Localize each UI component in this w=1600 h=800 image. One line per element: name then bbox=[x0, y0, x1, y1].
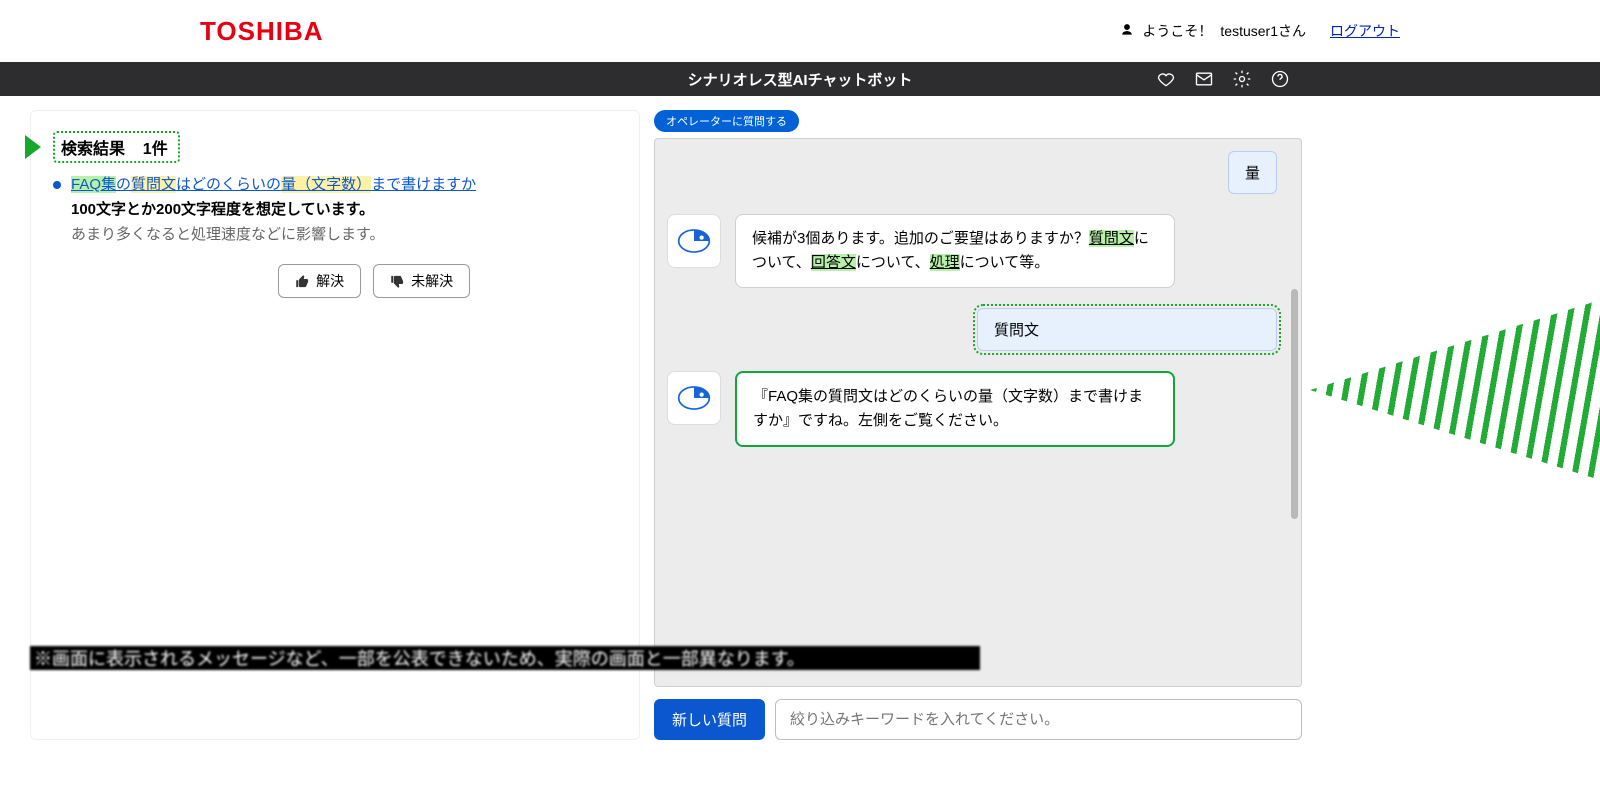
redacted-footnote: ※画面に表示されるメッセージなど、一部を公表できないため、実際の画面と一部異なり… bbox=[30, 646, 980, 670]
user-message-highlighted: 質問文 bbox=[977, 308, 1277, 351]
resolved-button[interactable]: 解決 bbox=[278, 264, 361, 298]
user-message: 量 bbox=[1228, 151, 1277, 194]
brand-logo: TOSHIBA bbox=[200, 16, 324, 47]
bot-text: 候補が3個あります。追加のご要望はありますか？ bbox=[752, 230, 1089, 247]
bot-keyword[interactable]: 処理 bbox=[930, 254, 960, 271]
bot-message-highlighted: 『FAQ集の質問文はどのくらいの量（文字数）まで書けますか』ですね。左側をご覧く… bbox=[735, 371, 1175, 447]
resolved-label: 解決 bbox=[316, 271, 344, 291]
app-titlebar: シナリオレス型AIチャットボット bbox=[0, 62, 1600, 96]
bot-keyword[interactable]: 回答文 bbox=[811, 254, 856, 271]
bot-avatar-icon bbox=[667, 214, 721, 268]
scrollbar[interactable] bbox=[1291, 289, 1298, 519]
app-title: シナリオレス型AIチャットボット bbox=[688, 69, 913, 90]
results-label: 検索結果 bbox=[61, 141, 125, 158]
faq-hl: 量（文字数） bbox=[281, 176, 371, 193]
keyword-input[interactable] bbox=[775, 699, 1302, 740]
welcome-text: ようこそ！ testuser1さん ログアウト bbox=[1120, 21, 1400, 41]
new-question-button[interactable]: 新しい質問 bbox=[654, 699, 765, 740]
faq-text: の bbox=[116, 176, 131, 193]
user-icon bbox=[1120, 23, 1134, 40]
faq-hl: FAQ集 bbox=[71, 176, 116, 193]
faq-hl: 質問文 bbox=[131, 176, 176, 193]
unresolved-button[interactable]: 未解決 bbox=[373, 264, 470, 298]
bot-text: について、 bbox=[856, 254, 930, 271]
bullet-icon bbox=[53, 181, 61, 189]
chat-area: 量 候補が3個あります。追加のご要望はありますか？質問文について、回答文について… bbox=[654, 138, 1302, 687]
bot-avatar-icon bbox=[667, 371, 721, 425]
heart-icon[interactable] bbox=[1156, 69, 1176, 89]
results-count: 1件 bbox=[143, 141, 168, 158]
faq-result-item: FAQ集の質問文はどのくらいの量（文字数）まで書けますか 100文字とか200文… bbox=[53, 173, 617, 298]
logout-link[interactable]: ログアウト bbox=[1330, 21, 1400, 41]
help-icon[interactable] bbox=[1270, 69, 1290, 89]
results-header-annotation: 検索結果 1件 bbox=[53, 131, 180, 163]
gear-icon[interactable] bbox=[1232, 69, 1252, 89]
bot-keyword[interactable]: 質問文 bbox=[1089, 230, 1134, 247]
username: testuser1さん bbox=[1220, 21, 1306, 41]
faq-text: まで書けますか bbox=[371, 176, 476, 193]
ask-operator-pill[interactable]: オペレーターに質問する bbox=[654, 110, 799, 132]
bot-message: 候補が3個あります。追加のご要望はありますか？質問文について、回答文について、処… bbox=[735, 214, 1175, 288]
top-header: TOSHIBA ようこそ！ testuser1さん ログアウト bbox=[0, 0, 1600, 62]
faq-text: はどのくらいの bbox=[176, 176, 281, 193]
welcome-prefix: ようこそ！ bbox=[1142, 21, 1212, 41]
faq-answer-note: あまり多くなると処理速度などに影響します。 bbox=[71, 223, 476, 244]
unresolved-label: 未解決 bbox=[411, 271, 453, 291]
bot-text: について等。 bbox=[960, 254, 1050, 271]
faq-answer-bold: 100文字とか200文字程度を想定しています。 bbox=[71, 198, 476, 219]
faq-title-link[interactable]: FAQ集の質問文はどのくらいの量（文字数）まで書けますか bbox=[71, 176, 476, 193]
mail-icon[interactable] bbox=[1194, 69, 1214, 89]
